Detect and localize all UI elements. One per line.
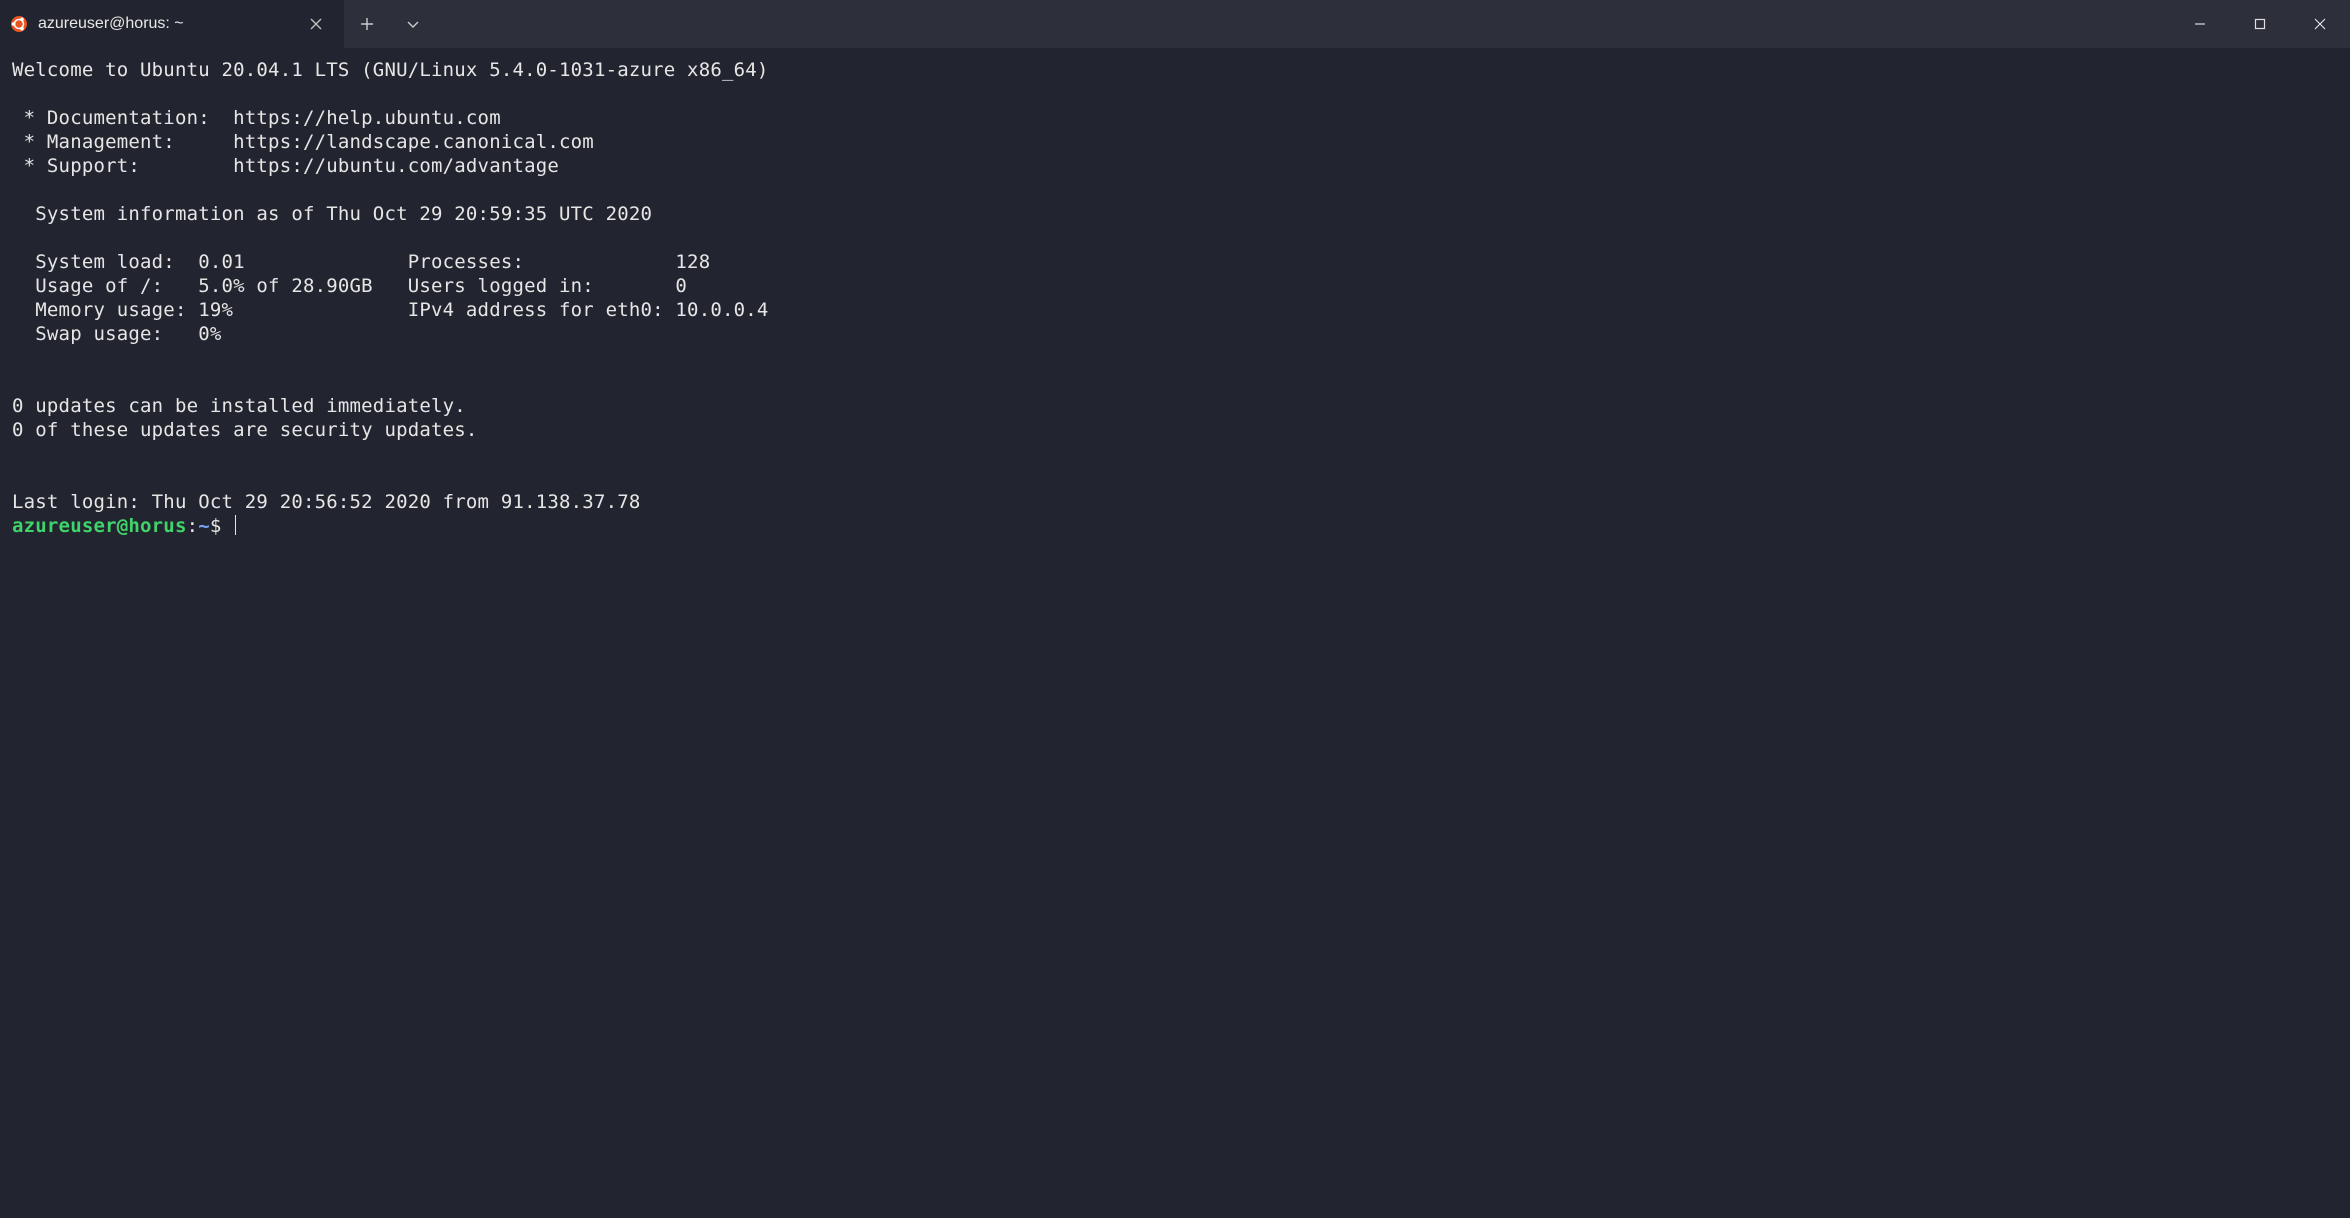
prompt-path: ~ [198,515,210,537]
motd-support-label: * Support: [12,155,233,177]
tab-close-button[interactable] [302,10,330,38]
plus-icon [360,17,374,31]
window-close-button[interactable] [2290,0,2350,48]
tab-title: azureuser@horus: ~ [38,12,292,36]
motd-doc-label: * Documentation: [12,107,233,129]
motd-welcome: Welcome to Ubuntu 20.04.1 LTS (GNU/Linux… [12,59,769,81]
tab-active[interactable]: azureuser@horus: ~ [0,0,344,48]
tab-dropdown-button[interactable] [390,0,436,48]
updates-line: 0 updates can be installed immediately. [12,395,466,417]
titlebar-drag-region[interactable] [436,0,2170,48]
close-icon [310,18,322,30]
sysinfo-row: Usage of /: 5.0% of 28.90GB Users logged… [12,275,687,297]
motd-doc-url: https://help.ubuntu.com [233,107,501,129]
prompt-colon: : [187,515,199,537]
sysinfo-row: Swap usage: 0% [12,323,222,345]
minimize-icon [2194,18,2206,30]
titlebar: azureuser@horus: ~ [0,0,2350,48]
ubuntu-icon [10,15,28,33]
motd-support-url: https://ubuntu.com/advantage [233,155,559,177]
window-maximize-button[interactable] [2230,0,2290,48]
cursor [235,515,236,535]
last-login: Last login: Thu Oct 29 20:56:52 2020 fro… [12,491,641,513]
prompt-dollar: $ [210,515,233,537]
new-tab-button[interactable] [344,0,390,48]
close-icon [2314,18,2326,30]
updates-line: 0 of these updates are security updates. [12,419,478,441]
terminal-body[interactable]: Welcome to Ubuntu 20.04.1 LTS (GNU/Linux… [0,48,2350,548]
sysinfo-row: System load: 0.01 Processes: 128 [12,251,710,273]
sysinfo-header: System information as of Thu Oct 29 20:5… [12,203,652,225]
prompt-user-host: azureuser@horus [12,515,187,537]
sysinfo-row: Memory usage: 19% IPv4 address for eth0:… [12,299,769,321]
motd-mgmt-url: https://landscape.canonical.com [233,131,594,153]
window-controls [2170,0,2350,48]
motd-mgmt-label: * Management: [12,131,233,153]
window-minimize-button[interactable] [2170,0,2230,48]
maximize-icon [2254,18,2266,30]
chevron-down-icon [406,17,420,31]
